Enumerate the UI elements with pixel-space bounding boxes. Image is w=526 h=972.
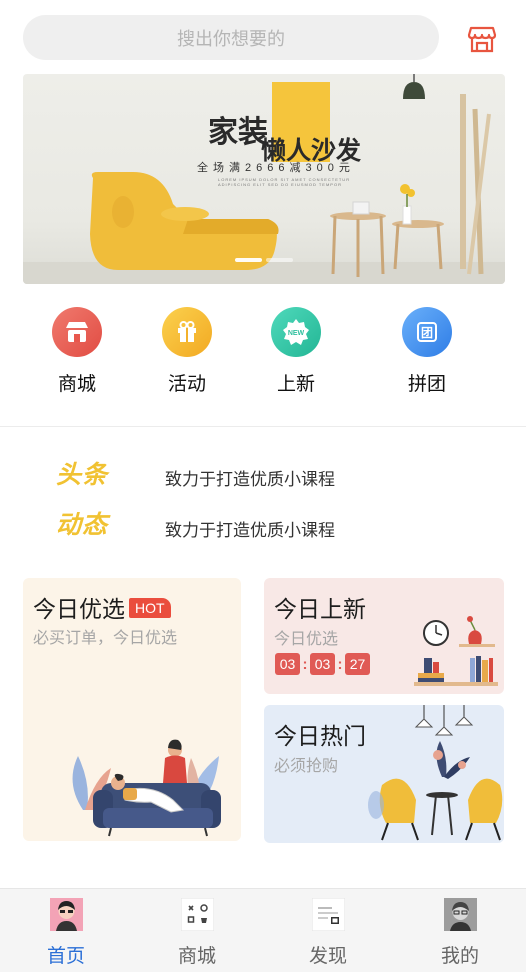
tab-profile[interactable]: 我的 xyxy=(425,898,495,968)
new-icon: NEW xyxy=(271,307,321,357)
banner-promo-text: 全场满2666减300元 xyxy=(197,162,355,174)
svg-text:团: 团 xyxy=(421,326,433,340)
tab-home[interactable]: 首页 xyxy=(31,898,101,968)
category-label: 上新 xyxy=(276,374,315,395)
tab-mall[interactable]: 商城 xyxy=(162,898,232,968)
news-item[interactable]: 致力于打造优质小课程 xyxy=(165,516,335,541)
grid-icon xyxy=(180,898,214,931)
svg-text:NEW: NEW xyxy=(288,330,305,337)
category-group[interactable]: 团 拼团 xyxy=(382,307,472,396)
profile-avatar-icon xyxy=(443,898,477,931)
tab-label: 商城 xyxy=(177,946,216,967)
tab-discover[interactable]: 发现 xyxy=(293,898,363,968)
tab-label: 发现 xyxy=(308,946,347,967)
news-logo: 动态 xyxy=(56,511,109,539)
discover-icon xyxy=(311,898,345,931)
category-activity[interactable]: 活动 xyxy=(142,307,232,396)
search-input[interactable]: 搜出你想要的 xyxy=(23,15,439,60)
search-placeholder: 搜出你想要的 xyxy=(177,28,285,49)
sofa-illustration xyxy=(72,739,221,837)
headline-logo: 头条 xyxy=(56,461,109,489)
chairs-illustration xyxy=(368,705,503,841)
tab-label: 首页 xyxy=(46,946,85,967)
carousel-dot[interactable] xyxy=(235,258,262,262)
gift-icon xyxy=(162,307,212,357)
store-icon[interactable] xyxy=(467,24,497,54)
banner-fine-print: LOREM IPSUM DOLOR SIT AMET CONSECTETUR A… xyxy=(218,177,351,187)
category-nav: 商城 活动 NEW 上新 团 拼团 xyxy=(0,307,526,402)
banner-title: 家装 xyxy=(208,115,268,150)
today-pick-card[interactable]: 今日优选 HOT 必买订单，今日优选 xyxy=(23,578,241,841)
category-label: 商城 xyxy=(57,374,96,395)
group-icon: 团 xyxy=(402,307,452,357)
today-hot-card[interactable]: 今日热门 必须抢购 xyxy=(264,705,504,843)
today-new-card[interactable]: 今日上新 今日优选 03 : 03 : 27 xyxy=(264,578,504,694)
category-new[interactable]: NEW 上新 xyxy=(251,307,341,396)
home-avatar-icon xyxy=(49,898,83,931)
bottom-tab-bar: 首页 商城 发现 我的 xyxy=(0,888,526,972)
tab-label: 我的 xyxy=(440,946,479,967)
carousel-dots[interactable] xyxy=(235,258,293,262)
category-shop[interactable]: 商城 xyxy=(32,307,122,396)
news-item[interactable]: 致力于打造优质小课程 xyxy=(165,465,335,490)
promo-banner[interactable]: 家装 懒人沙发 全场满2666减300元 LOREM IPSUM DOLOR S… xyxy=(23,74,505,284)
carousel-dot[interactable] xyxy=(266,258,293,262)
category-label: 拼团 xyxy=(407,374,446,395)
category-label: 活动 xyxy=(167,374,206,395)
section-divider xyxy=(0,426,526,427)
shop-icon xyxy=(52,307,102,357)
shelf-illustration xyxy=(414,616,498,686)
